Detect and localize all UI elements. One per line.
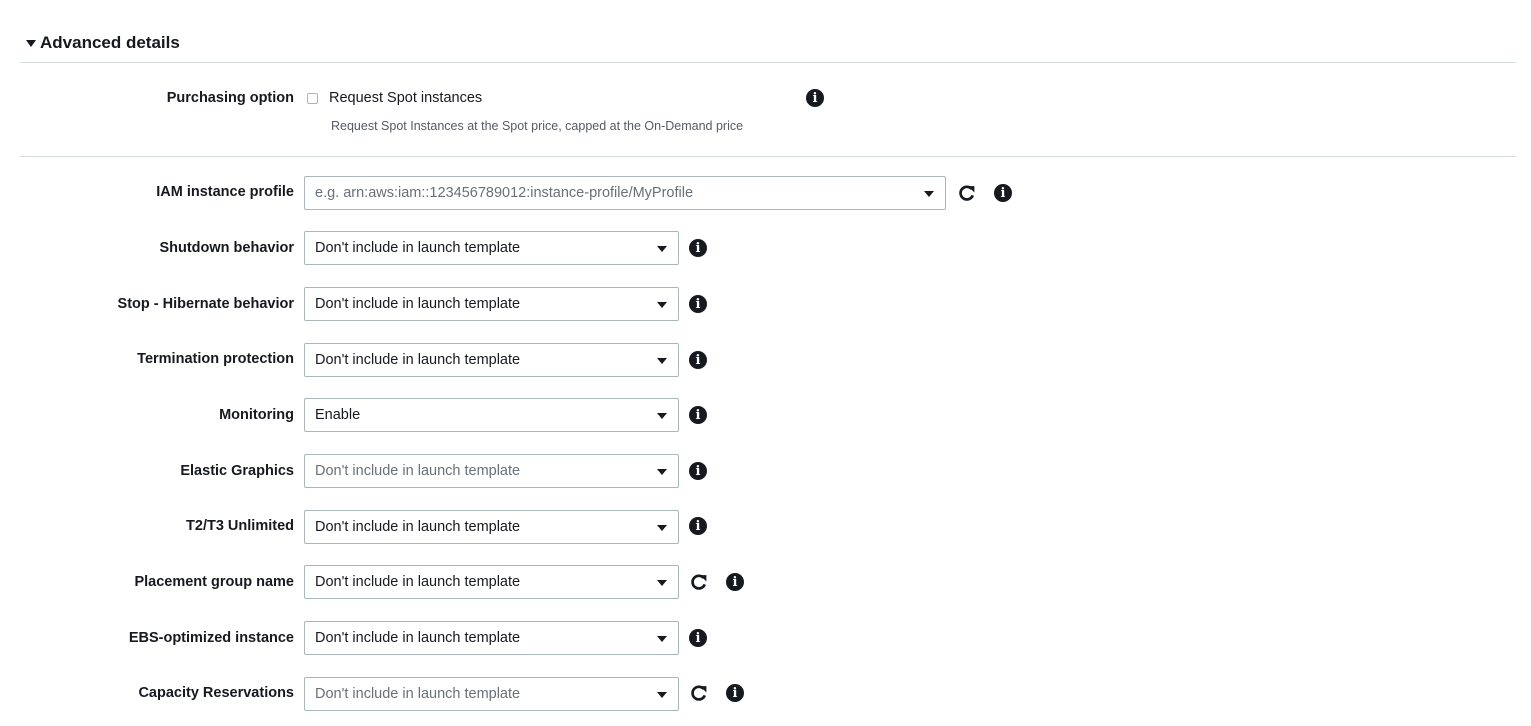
info-icon[interactable]: i [689, 406, 707, 424]
chevron-down-icon [657, 580, 667, 586]
section-divider [20, 62, 1516, 63]
termination-protection-value: Don't include in launch template [315, 352, 521, 368]
placement-group-name-value: Don't include in launch template [315, 574, 521, 590]
info-icon[interactable]: i [994, 184, 1012, 202]
refresh-icon[interactable] [690, 573, 708, 591]
purchasing-option-label: Purchasing option [166, 90, 294, 106]
ebs-optimized-instance-label: EBS-optimized instance [128, 630, 294, 646]
chevron-down-icon [657, 246, 667, 252]
capacity-reservations-placeholder: Don't include in launch template [315, 686, 521, 702]
termination-protection-select[interactable]: Don't include in launch template [304, 343, 679, 377]
monitoring-label: Monitoring [219, 407, 294, 423]
info-icon[interactable]: i [806, 89, 824, 107]
placement-group-name-label: Placement group name [134, 574, 294, 590]
hibernate-behavior-value: Don't include in launch template [315, 296, 521, 312]
monitoring-value: Enable [315, 407, 361, 423]
shutdown-behavior-value: Don't include in launch template [315, 240, 521, 256]
hibernate-behavior-label: Stop - Hibernate behavior [117, 296, 294, 312]
request-spot-label[interactable]: Request Spot instances [329, 90, 482, 106]
shutdown-behavior-label: Shutdown behavior [159, 240, 294, 256]
info-icon[interactable]: i [689, 239, 707, 257]
info-icon[interactable]: i [726, 684, 744, 702]
monitoring-select[interactable]: Enable [304, 398, 679, 432]
t2-t3-unlimited-select[interactable]: Don't include in launch template [304, 510, 679, 544]
info-icon[interactable]: i [689, 462, 707, 480]
iam-instance-profile-placeholder: e.g. arn:aws:iam::123456789012:instance-… [315, 185, 694, 201]
refresh-icon[interactable] [958, 184, 976, 202]
ebs-optimized-instance-select[interactable]: Don't include in launch template [304, 621, 679, 655]
chevron-down-icon [657, 636, 667, 642]
caret-down-icon [26, 39, 36, 47]
iam-instance-profile-select[interactable]: e.g. arn:aws:iam::123456789012:instance-… [304, 176, 946, 210]
elastic-graphics-placeholder: Don't include in launch template [315, 463, 521, 479]
purchasing-divider [20, 156, 1516, 157]
elastic-graphics-label: Elastic Graphics [180, 463, 294, 479]
hibernate-behavior-select[interactable]: Don't include in launch template [304, 287, 679, 321]
refresh-icon[interactable] [690, 684, 708, 702]
iam-instance-profile-label: IAM instance profile [156, 184, 294, 200]
chevron-down-icon [657, 413, 667, 419]
shutdown-behavior-select[interactable]: Don't include in launch template [304, 231, 679, 265]
chevron-down-icon [657, 525, 667, 531]
termination-protection-label: Termination protection [137, 351, 294, 367]
chevron-down-icon [657, 302, 667, 308]
capacity-reservations-select[interactable]: Don't include in launch template [304, 677, 679, 711]
purchasing-help-text: Request Spot Instances at the Spot price… [331, 119, 744, 133]
info-icon[interactable]: i [689, 517, 707, 535]
info-icon[interactable]: i [726, 573, 744, 591]
info-icon[interactable]: i [689, 351, 707, 369]
chevron-down-icon [924, 191, 934, 197]
info-icon[interactable]: i [689, 629, 707, 647]
info-icon[interactable]: i [689, 295, 707, 313]
t2-t3-unlimited-value: Don't include in launch template [315, 519, 521, 535]
chevron-down-icon [657, 692, 667, 698]
request-spot-checkbox[interactable] [307, 93, 318, 104]
chevron-down-icon [657, 358, 667, 364]
capacity-reservations-label: Capacity Reservations [138, 685, 294, 701]
chevron-down-icon [657, 469, 667, 475]
ebs-optimized-instance-value: Don't include in launch template [315, 630, 521, 646]
advanced-details-toggle[interactable]: Advanced details [26, 33, 180, 53]
placement-group-name-select[interactable]: Don't include in launch template [304, 565, 679, 599]
elastic-graphics-select[interactable]: Don't include in launch template [304, 454, 679, 488]
t2-t3-unlimited-label: T2/T3 Unlimited [186, 518, 294, 534]
section-title: Advanced details [40, 33, 180, 52]
